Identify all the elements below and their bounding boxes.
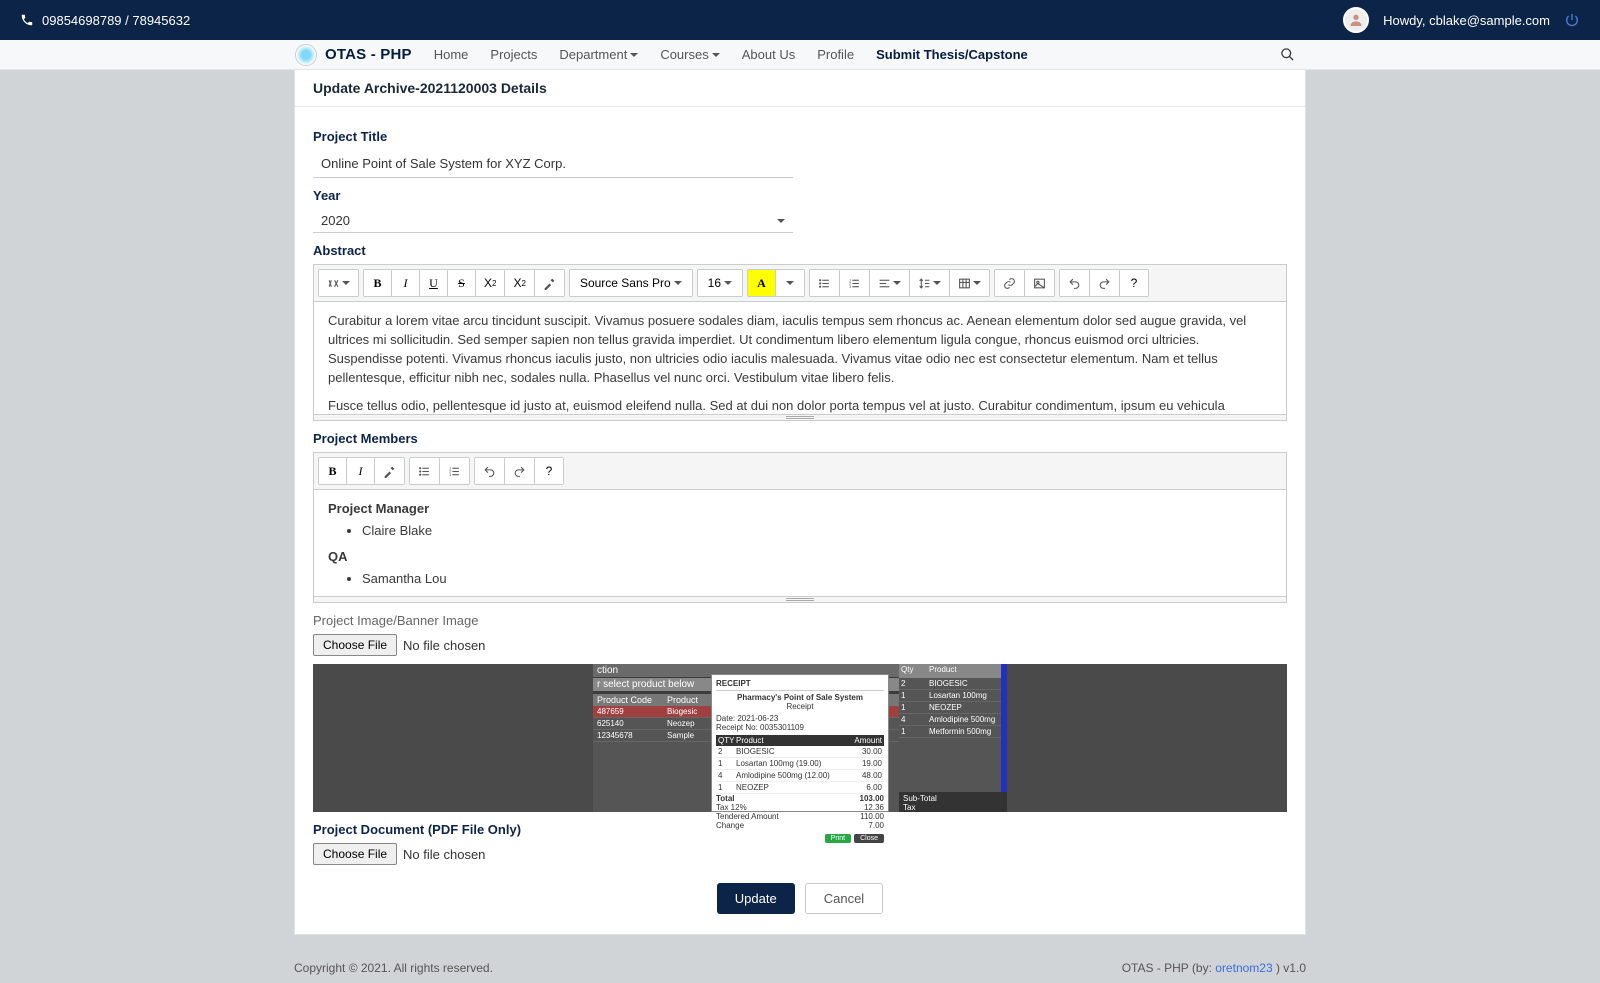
choose-file-doc-button[interactable]: Choose File [313,843,397,865]
copyright-text: Copyright © 2021. All rights reserved. [294,961,493,975]
image-button[interactable] [1025,270,1054,296]
resize-handle[interactable] [314,414,1286,420]
members-toolbar: B I 123 ? [314,453,1286,490]
cancel-button[interactable]: Cancel [805,883,883,914]
align-button[interactable] [870,270,910,296]
abstract-toolbar: B I U S X2 X2 Source Sans Pro 16 A 123 [314,265,1286,302]
main-card: Update Archive-2021120003 Details Projec… [294,70,1306,935]
resize-handle[interactable] [314,596,1286,602]
search-icon[interactable] [1280,47,1295,62]
clear-format-button[interactable] [375,458,404,484]
banner-file-text: No file chosen [403,638,485,653]
undo-button[interactable] [475,458,505,484]
nav-projects[interactable]: Projects [490,47,537,62]
page-title: Update Archive-2021120003 Details [295,70,1305,107]
redo-button[interactable] [505,458,535,484]
app-name: OTAS - PHP [325,46,412,63]
help-button[interactable]: ? [1120,270,1148,296]
nav-courses[interactable]: Courses [660,47,719,62]
nav-home[interactable]: Home [434,47,469,62]
lineheight-button[interactable] [910,270,950,296]
author-link[interactable]: oretnom23 [1215,961,1272,975]
members-editor: B I 123 ? Project Manager Claire Blake Q… [313,452,1287,603]
power-icon[interactable] [1564,12,1580,28]
highlight-more-button[interactable] [776,270,804,296]
navbar: OTAS - PHP Home Projects Department Cour… [0,40,1600,70]
footer-right: OTAS - PHP (by: oretnom23 ) v1.0 [1122,961,1306,975]
label-year: Year [313,188,1287,203]
greeting-text: Howdy, cblake@sample.com [1383,13,1550,28]
abstract-textarea[interactable]: Curabitur a lorem vitae arcu tincidunt s… [314,302,1286,414]
logo-icon [295,44,317,66]
footer: Copyright © 2021. All rights reserved. O… [294,953,1306,983]
phone-text: 09854698789 / 78945632 [42,13,190,28]
svg-text:3: 3 [849,284,851,288]
chevron-down-icon [712,53,720,61]
label-banner: Project Image/Banner Image [313,613,1287,628]
topbar: 09854698789 / 78945632 Howdy, cblake@sam… [0,0,1600,40]
abstract-editor: B I U S X2 X2 Source Sans Pro 16 A 123 [313,264,1287,421]
nav-about[interactable]: About Us [742,47,795,62]
select-year[interactable]: 2020 [313,209,793,233]
svg-text:3: 3 [449,472,451,476]
label-abstract: Abstract [313,243,1287,258]
update-button[interactable]: Update [717,883,795,914]
ul-button[interactable] [410,458,440,484]
label-project-title: Project Title [313,129,1287,144]
highlight-button[interactable]: A [748,270,776,296]
phone-icon [20,13,34,27]
italic-button[interactable]: I [347,458,375,484]
font-size-button[interactable]: 16 [698,270,742,296]
bold-button[interactable]: B [319,458,347,484]
input-project-title[interactable] [313,150,793,178]
ol-button[interactable]: 123 [440,458,469,484]
label-members: Project Members [313,431,1287,446]
strike-button[interactable]: S [448,270,476,296]
banner-preview: ction r select product below Product Cod… [313,664,1287,812]
ul-button[interactable] [810,270,840,296]
nav-submit[interactable]: Submit Thesis/Capstone [876,47,1028,62]
undo-button[interactable] [1060,270,1090,296]
underline-button[interactable]: U [420,270,448,296]
link-button[interactable] [995,270,1025,296]
nav-department[interactable]: Department [559,47,638,62]
style-button[interactable] [319,270,358,296]
choose-file-banner-button[interactable]: Choose File [313,634,397,656]
italic-button[interactable]: I [392,270,420,296]
help-button[interactable]: ? [535,458,563,484]
members-textarea[interactable]: Project Manager Claire Blake QA Samantha… [314,490,1286,596]
redo-button[interactable] [1090,270,1120,296]
bold-button[interactable]: B [364,270,392,296]
doc-file-text: No file chosen [403,847,485,862]
chevron-down-icon [630,53,638,61]
font-family-button[interactable]: Source Sans Pro [570,270,692,296]
subscript-button[interactable]: X2 [505,270,534,296]
chevron-down-icon [777,219,785,227]
nav-profile[interactable]: Profile [817,47,854,62]
avatar[interactable] [1343,7,1369,33]
superscript-button[interactable]: X2 [476,270,505,296]
table-button[interactable] [950,270,989,296]
ol-button[interactable]: 123 [840,270,870,296]
clear-format-button[interactable] [535,270,564,296]
